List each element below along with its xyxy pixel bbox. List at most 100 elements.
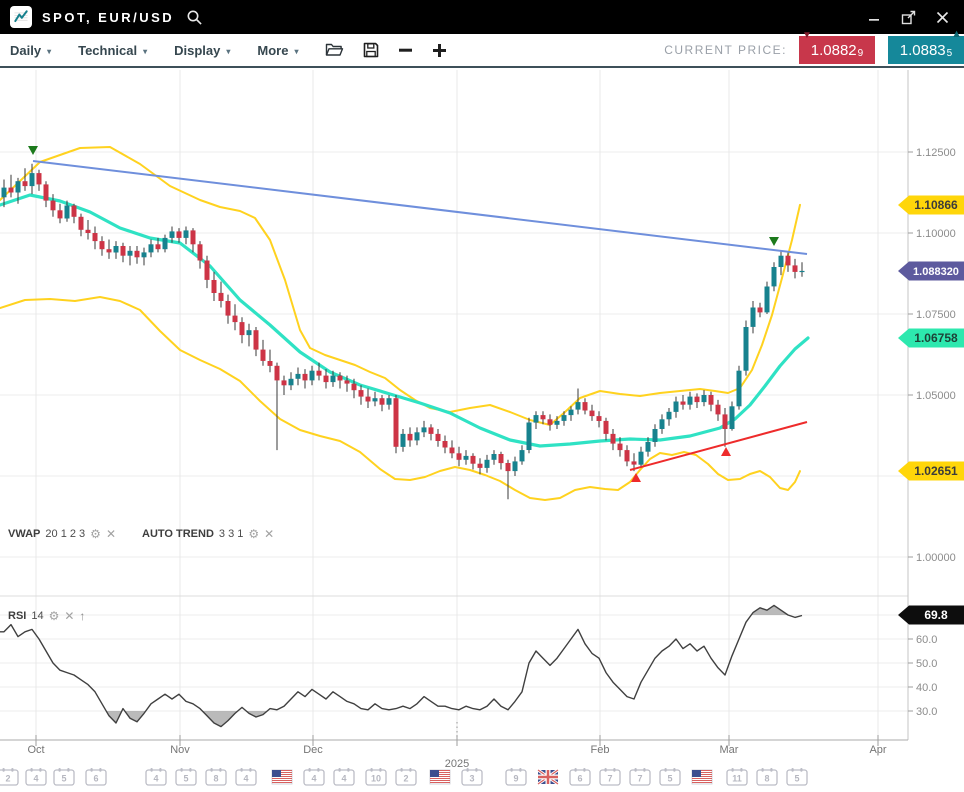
- ask-price-pip: 5: [947, 48, 953, 59]
- move-pane-up-icon[interactable]: ↑: [79, 609, 85, 623]
- svg-text:1.10000: 1.10000: [916, 228, 956, 240]
- save-chart-icon[interactable]: [363, 42, 379, 58]
- svg-text:40.0: 40.0: [916, 682, 937, 694]
- price-down-arrow-icon: ▼: [802, 31, 812, 41]
- menu-display-label: Display: [174, 43, 220, 58]
- grid-layer: [0, 70, 908, 740]
- rsi-oversold-fill: [0, 605, 802, 726]
- open-chart-icon[interactable]: [325, 42, 344, 58]
- calendar-day-icon[interactable]: 5: [660, 768, 680, 785]
- indicator-legend-rsi: RSI 14 ⚙ ✕ ↑: [8, 609, 85, 623]
- svg-text:Nov: Nov: [170, 744, 190, 756]
- bid-price-pip: 9: [858, 48, 864, 59]
- calendar-day-icon[interactable]: 5: [787, 768, 807, 785]
- svg-text:3: 3: [469, 774, 474, 784]
- svg-text:5: 5: [183, 774, 188, 784]
- close-icon[interactable]: ✕: [264, 527, 274, 541]
- svg-text:4: 4: [311, 774, 316, 784]
- ask-price-value: 1.0883: [900, 42, 946, 59]
- calendar-day-icon[interactable]: 7: [630, 768, 650, 785]
- indicator-legend-vwap: VWAP 20 1 2 3 ⚙ ✕ AUTO TREND 3 3 1 ⚙ ✕: [8, 527, 274, 541]
- popout-button[interactable]: [900, 9, 916, 25]
- svg-text:1.02651: 1.02651: [914, 464, 958, 478]
- svg-text:1.10866: 1.10866: [914, 198, 958, 212]
- svg-text:4: 4: [341, 774, 346, 784]
- svg-text:5: 5: [794, 774, 799, 784]
- svg-text:Dec: Dec: [303, 744, 323, 756]
- menu-technical[interactable]: Technical ▾: [78, 43, 147, 58]
- svg-text:7: 7: [607, 774, 612, 784]
- rsi-line: [0, 605, 802, 726]
- svg-text:4: 4: [33, 774, 38, 784]
- calendar-flag-us[interactable]: [272, 770, 292, 784]
- svg-text:1.06758: 1.06758: [914, 331, 958, 345]
- svg-text:1.088320: 1.088320: [913, 266, 959, 278]
- menu-timeframe[interactable]: Daily ▾: [10, 43, 51, 58]
- calendar-flag-us[interactable]: [430, 770, 450, 784]
- price-axis: 1.125001.100001.075001.050001.0000060.05…: [908, 147, 956, 718]
- svg-text:6: 6: [93, 774, 98, 784]
- search-icon[interactable]: [186, 9, 203, 26]
- gear-icon[interactable]: ⚙: [49, 609, 60, 623]
- calendar-day-icon[interactable]: 7: [600, 768, 620, 785]
- close-icon[interactable]: ✕: [64, 609, 74, 623]
- svg-text:11: 11: [732, 774, 742, 784]
- trading-window: 1.125001.100001.075001.050001.0000060.05…: [0, 0, 964, 792]
- minimize-button[interactable]: [866, 9, 882, 25]
- calendar-day-icon[interactable]: 4: [146, 768, 166, 785]
- toolbar: Daily ▾ Technical ▾ Display ▾ More ▾: [0, 34, 964, 68]
- calendar-day-icon[interactable]: 8: [757, 768, 777, 785]
- calendar-day-icon[interactable]: 3: [462, 768, 482, 785]
- calendar-day-icon[interactable]: 2: [396, 768, 416, 785]
- calendar-day-icon[interactable]: 5: [54, 768, 74, 785]
- svg-text:4: 4: [243, 774, 248, 784]
- title-bar: SPOT, EUR/USD: [0, 0, 964, 34]
- calendar-day-icon[interactable]: 6: [86, 768, 106, 785]
- price-badge: 1.10866: [898, 196, 964, 215]
- svg-text:10: 10: [371, 774, 381, 784]
- calendar-day-icon[interactable]: 4: [334, 768, 354, 785]
- trendline-resistance[interactable]: [33, 161, 807, 254]
- calendar-day-icon[interactable]: 4: [26, 768, 46, 785]
- calendar-day-icon[interactable]: 4: [304, 768, 324, 785]
- price-badge: 1.02651: [898, 462, 964, 481]
- calendar-day-icon[interactable]: 11: [727, 768, 747, 785]
- svg-text:1.00000: 1.00000: [916, 552, 956, 564]
- menu-display[interactable]: Display ▾: [174, 43, 230, 58]
- vwap-label: VWAP: [8, 528, 40, 540]
- zoom-in-button[interactable]: [432, 43, 447, 58]
- svg-text:Oct: Oct: [27, 744, 44, 756]
- menu-more[interactable]: More ▾: [257, 43, 298, 58]
- chevron-down-icon: ▾: [294, 47, 298, 56]
- calendar-day-icon[interactable]: 5: [176, 768, 196, 785]
- menu-timeframe-label: Daily: [10, 43, 41, 58]
- vwap-params: 20 1 2 3: [45, 528, 85, 540]
- calendar-day-icon[interactable]: 10: [366, 768, 386, 785]
- svg-text:Mar: Mar: [720, 744, 739, 756]
- close-button[interactable]: [934, 9, 950, 25]
- chart-canvas[interactable]: 1.125001.100001.075001.050001.0000060.05…: [0, 0, 964, 792]
- zoom-out-button[interactable]: [398, 43, 413, 57]
- calendar-flag-uk[interactable]: [538, 770, 558, 784]
- svg-text:69.8: 69.8: [924, 608, 948, 622]
- calendar-day-icon[interactable]: 4: [236, 768, 256, 785]
- calendar-day-icon[interactable]: 2: [0, 768, 18, 785]
- svg-text:1.05000: 1.05000: [916, 390, 956, 402]
- svg-text:2: 2: [5, 774, 10, 784]
- auto-trend-label: AUTO TREND: [142, 528, 214, 540]
- rsi-overbought-fill: [0, 605, 802, 726]
- svg-text:30.0: 30.0: [916, 706, 937, 718]
- economic-calendar-strip: 24564584441023967751185: [0, 768, 807, 785]
- gear-icon[interactable]: ⚙: [248, 527, 259, 541]
- svg-text:4: 4: [153, 774, 158, 784]
- calendar-day-icon[interactable]: 6: [570, 768, 590, 785]
- calendar-day-icon[interactable]: 9: [506, 768, 526, 785]
- price-badge: 1.088320: [898, 262, 964, 281]
- trend-signal-marker: [769, 237, 779, 246]
- calendar-day-icon[interactable]: 8: [206, 768, 226, 785]
- gear-icon[interactable]: ⚙: [90, 527, 101, 541]
- close-icon[interactable]: ✕: [106, 527, 116, 541]
- calendar-flag-us[interactable]: [692, 770, 712, 784]
- window-title: SPOT, EUR/USD: [42, 10, 174, 25]
- vwap-upper-band-line: [0, 147, 800, 425]
